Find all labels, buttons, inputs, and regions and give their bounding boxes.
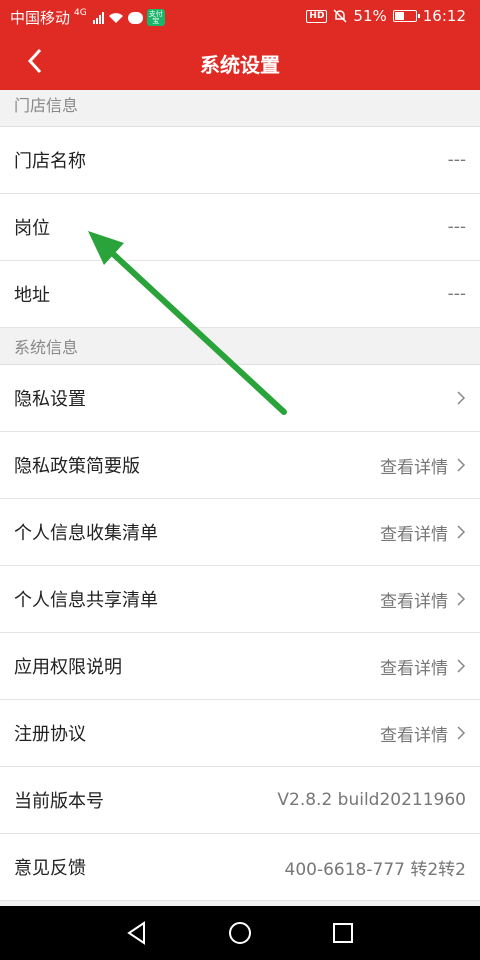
back-triangle-icon[interactable]	[124, 920, 150, 946]
home-circle-icon[interactable]	[227, 920, 253, 946]
system-nav-bar	[0, 906, 480, 960]
carrier-label: 中国移动	[10, 9, 71, 27]
row-value: ---	[447, 284, 466, 304]
settings-list[interactable]: 门店信息 门店名称 --- 岗位 --- 地址 --- 系统信息 隐私设置 隐私…	[0, 90, 480, 906]
clock: 16:12	[422, 7, 466, 25]
mute-bell-icon	[333, 9, 347, 23]
row-label: 隐私设置	[14, 389, 86, 410]
feedback-phone[interactable]: 400-6618-777 转2转2	[285, 855, 466, 880]
page-title: 系统设置	[200, 53, 280, 77]
row-registration-agreement[interactable]: 注册协议 查看详情	[0, 700, 480, 767]
chevron-right-icon	[457, 659, 466, 673]
row-label: 当前版本号	[14, 791, 104, 812]
row-label: 隐私政策简要版	[14, 456, 140, 477]
row-version: 当前版本号 V2.8.2 build20211960	[0, 767, 480, 834]
status-bar: 中国移动 4G 支付宝 HD 51% 16:12	[0, 0, 480, 32]
row-label: 个人信息共享清单	[14, 590, 158, 611]
row-label: 注册协议	[14, 724, 86, 745]
battery-icon	[392, 10, 420, 22]
row-label: 个人信息收集清单	[14, 523, 158, 544]
version-value: V2.8.2 build20211960	[277, 790, 466, 810]
row-label: 意见反馈	[14, 858, 86, 879]
message-icon	[127, 11, 143, 24]
row-personal-info-collection[interactable]: 个人信息收集清单 查看详情	[0, 499, 480, 566]
row-label: 地址	[14, 285, 50, 306]
app-notification-icon: 支付宝	[146, 9, 165, 26]
chevron-right-icon	[457, 458, 466, 472]
row-position[interactable]: 岗位 ---	[0, 194, 480, 261]
section-header-system: 系统信息	[0, 328, 480, 365]
row-feedback[interactable]: 意见反馈 400-6618-777 转2转2	[0, 834, 480, 901]
section-header-store: 门店信息	[0, 90, 480, 127]
chevron-right-icon	[457, 525, 466, 539]
wifi-icon	[108, 12, 123, 23]
view-details-link[interactable]: 查看详情	[380, 654, 448, 679]
chevron-right-icon	[457, 592, 466, 606]
network-type: 4G	[74, 7, 87, 18]
battery-percent: 51%	[353, 7, 387, 25]
chevron-right-icon	[457, 391, 466, 405]
row-value: ---	[447, 217, 466, 237]
signal-icon	[92, 11, 104, 24]
row-label: 门店名称	[14, 151, 86, 172]
row-address[interactable]: 地址 ---	[0, 261, 480, 328]
row-label: 应用权限说明	[14, 657, 122, 678]
row-value: ---	[447, 150, 466, 170]
title-bar: 系统设置	[0, 32, 480, 90]
row-store-name[interactable]: 门店名称 ---	[0, 127, 480, 194]
row-privacy-policy-brief[interactable]: 隐私政策简要版 查看详情	[0, 432, 480, 499]
chevron-right-icon	[457, 726, 466, 740]
row-label: 岗位	[14, 218, 50, 239]
view-details-link[interactable]: 查看详情	[380, 587, 448, 612]
row-privacy-settings[interactable]: 隐私设置	[0, 365, 480, 432]
row-personal-info-sharing[interactable]: 个人信息共享清单 查看详情	[0, 566, 480, 633]
view-details-link[interactable]: 查看详情	[380, 520, 448, 545]
view-details-link[interactable]: 查看详情	[380, 721, 448, 746]
hd-icon: HD	[306, 9, 328, 23]
recents-square-icon[interactable]	[330, 920, 356, 946]
view-details-link[interactable]: 查看详情	[380, 453, 448, 478]
row-app-permissions[interactable]: 应用权限说明 查看详情	[0, 633, 480, 700]
